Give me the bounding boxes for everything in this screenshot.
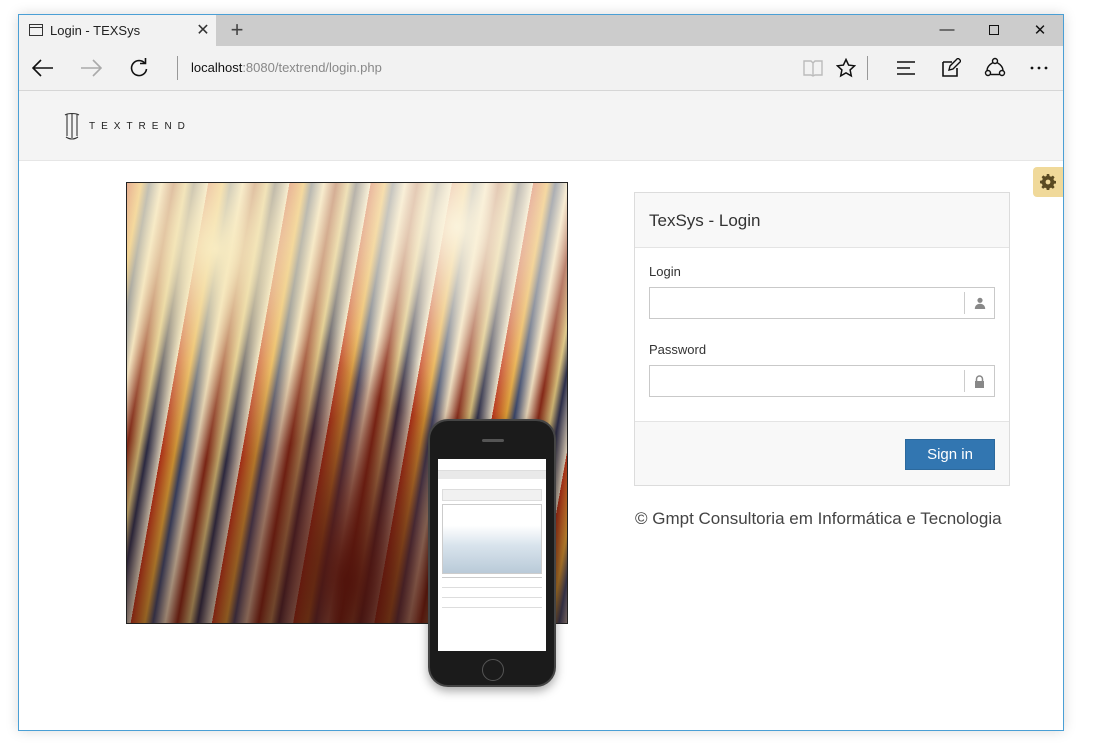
maximize-button[interactable] (984, 21, 1004, 39)
login-input[interactable] (650, 288, 964, 318)
phone-screen-breadcrumb (438, 471, 546, 479)
site-logo[interactable]: TEXTREND (63, 111, 191, 141)
settings-toggle[interactable] (1033, 167, 1063, 197)
minimize-button[interactable]: — (937, 21, 957, 38)
phone-screen-title (438, 479, 546, 487)
logo-text: TEXTREND (89, 120, 191, 132)
phone-screen-chart (442, 504, 542, 574)
address-host: localhost (191, 60, 243, 75)
forward-button[interactable] (77, 54, 105, 82)
back-button[interactable] (29, 54, 57, 82)
tab-title: Login - TEXSys (50, 23, 141, 38)
more-icon (1030, 66, 1048, 70)
pen-icon (942, 58, 961, 77)
book-icon (803, 60, 823, 77)
phone-mockup-image (428, 419, 556, 687)
new-tab-button[interactable]: + (226, 17, 248, 43)
phone-screen-rows (442, 577, 542, 617)
address-separator (177, 56, 178, 80)
page-content: TEXTREND TexSys - Login Login Password S… (19, 91, 1063, 730)
password-input-group (649, 365, 995, 397)
hub-button[interactable] (892, 54, 920, 82)
login-form: Login Password (635, 248, 1009, 397)
textrend-logo-icon (64, 112, 80, 140)
page-icon (29, 24, 43, 36)
close-window-button[interactable]: ✕ (1030, 21, 1050, 39)
phone-home-button (482, 659, 504, 681)
arrow-left-icon (32, 59, 53, 77)
gear-icon (1040, 174, 1056, 190)
star-icon (836, 58, 856, 78)
web-note-button[interactable] (937, 54, 965, 82)
browser-window: Login - TEXSys ✕ + — ✕ localhost:8080/te… (18, 14, 1064, 731)
login-card-footer: Sign in (635, 421, 1009, 485)
password-input[interactable] (650, 366, 964, 396)
maximize-icon (989, 25, 999, 35)
navigation-bar: localhost:8080/textrend/login.php (19, 46, 1063, 91)
user-icon (964, 292, 994, 314)
arrow-right-icon (81, 59, 102, 77)
copyright-text: © Gmpt Consultoria em Informática e Tecn… (635, 509, 1002, 528)
site-header: TEXTREND (19, 91, 1063, 161)
login-card-title: TexSys - Login (635, 193, 1009, 248)
login-input-group (649, 287, 995, 319)
sign-in-button[interactable]: Sign in (905, 439, 995, 470)
phone-speaker (482, 439, 504, 442)
share-button[interactable] (981, 54, 1009, 82)
phone-screen-topbar (438, 459, 546, 471)
phone-screen-stats (442, 489, 542, 501)
login-label: Login (649, 264, 681, 279)
hub-icon (897, 61, 915, 75)
refresh-button[interactable] (125, 54, 153, 82)
password-label: Password (649, 342, 707, 357)
browser-tab[interactable]: Login - TEXSys ✕ (19, 15, 216, 46)
toolbar-separator (867, 56, 868, 80)
title-bar: Login - TEXSys ✕ + — ✕ (19, 15, 1063, 46)
address-path: :8080/textrend/login.php (242, 60, 382, 75)
favorite-button[interactable] (832, 54, 860, 82)
login-card: TexSys - Login Login Password Sign in (634, 192, 1010, 486)
phone-screen (438, 459, 546, 651)
address-bar[interactable]: localhost:8080/textrend/login.php (191, 60, 382, 75)
share-icon (984, 57, 1006, 77)
refresh-icon (130, 58, 148, 77)
reading-view-button[interactable] (799, 54, 827, 82)
more-button[interactable] (1025, 54, 1053, 82)
tab-close-icon[interactable]: ✕ (195, 20, 211, 40)
lock-icon (964, 370, 994, 392)
